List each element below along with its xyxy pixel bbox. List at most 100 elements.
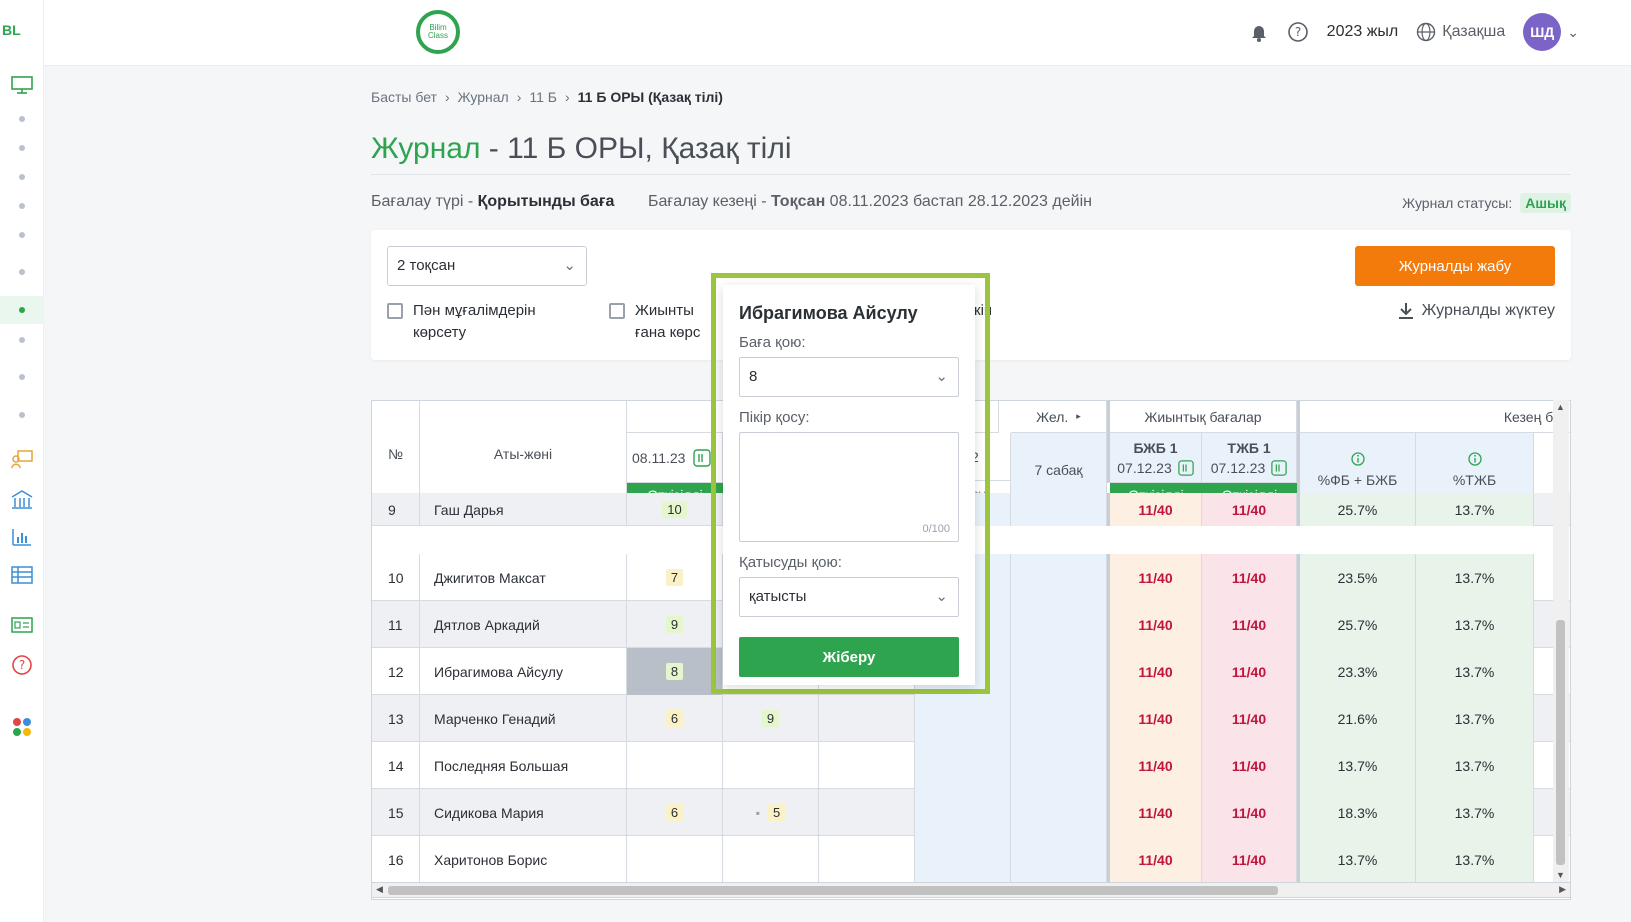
info-circle-icon[interactable] xyxy=(1467,451,1482,466)
cell-grade-1[interactable]: 8 xyxy=(627,648,723,695)
cell-grade-3[interactable] xyxy=(819,742,915,789)
cell-grade-1[interactable]: 10 xyxy=(627,493,723,526)
cell-student-name[interactable]: Марченко Генадий xyxy=(420,695,627,742)
cell-bjb-text: 11/40 xyxy=(1138,710,1173,727)
checkbox-box[interactable] xyxy=(609,303,625,319)
sidebar-item-dot[interactable] xyxy=(0,335,44,345)
cell-grade-2[interactable] xyxy=(723,836,819,883)
grade-mark[interactable]: 9 xyxy=(761,710,780,727)
cell-grade-2[interactable]: ▪ 5 xyxy=(723,789,819,836)
cell-grade-3[interactable] xyxy=(819,836,915,883)
language-selector[interactable]: Қазақша xyxy=(1416,22,1505,42)
cell-grade-2[interactable]: 9 xyxy=(723,695,819,742)
cell-grade-1[interactable]: 6 xyxy=(627,695,723,742)
show-teachers-checkbox[interactable]: Пән мұғалімдерін көрсету xyxy=(387,300,536,344)
sidebar-logo[interactable]: BL xyxy=(2,22,21,38)
sidebar-item-chart[interactable] xyxy=(0,524,44,550)
cell-student-name[interactable]: Ибрагимова Айсулу xyxy=(420,648,627,695)
cell-grade-4[interactable] xyxy=(915,789,1011,836)
grade-mark[interactable]: 5 xyxy=(768,804,786,821)
sidebar-item-active[interactable] xyxy=(0,296,44,324)
col-header-wel[interactable]: Жел. ▸ xyxy=(1011,401,1107,433)
vertical-scroll-thumb[interactable] xyxy=(1556,620,1565,865)
sidebar-item-school[interactable] xyxy=(0,486,44,512)
cell-student-name[interactable]: Харитонов Борис xyxy=(420,836,627,883)
grade-mark[interactable]: 10 xyxy=(662,501,687,518)
breadcrumb-journal[interactable]: Журнал xyxy=(458,89,509,105)
horizontal-scroll-thumb[interactable] xyxy=(388,886,1278,895)
breadcrumb-class[interactable]: 11 Б xyxy=(529,89,557,105)
status-badge: Ашық xyxy=(1520,193,1571,213)
sidebar-item-dot[interactable] xyxy=(0,230,44,240)
checkbox-box[interactable] xyxy=(387,303,403,319)
grade-mark[interactable]: 8 xyxy=(665,663,684,680)
cell-bjb: 11/40 xyxy=(1107,789,1202,836)
close-journal-button[interactable]: Журналды жабу xyxy=(1355,246,1555,286)
cell-grade-1[interactable]: 6 xyxy=(627,789,723,836)
sidebar-item-help[interactable]: ? xyxy=(0,652,44,678)
cell-grade-1[interactable]: 9 xyxy=(627,601,723,648)
cell-student-name[interactable]: Джигитов Максат xyxy=(420,554,627,601)
lesson-info-icon[interactable] xyxy=(693,448,712,467)
comment-icon[interactable]: ▪ xyxy=(756,806,760,820)
sidebar-item-teacher[interactable] xyxy=(0,446,44,472)
sidebar-item-dot[interactable] xyxy=(0,410,44,420)
info-icon[interactable] xyxy=(1271,459,1287,476)
cell-grade-3[interactable] xyxy=(819,695,915,742)
attendance-select[interactable]: қатысты ⌄ xyxy=(739,577,959,617)
year-selector[interactable]: 2023 жыл xyxy=(1327,23,1399,41)
cell-grade-2[interactable] xyxy=(723,742,819,789)
sidebar-item-table[interactable] xyxy=(0,562,44,588)
grade-mark[interactable]: 6 xyxy=(665,710,684,727)
cell-student-name[interactable]: Последняя Большая xyxy=(420,742,627,789)
cell-grade-4[interactable] xyxy=(915,836,1011,883)
col-header-date[interactable]: 08.11.23 xyxy=(627,433,723,483)
help-icon[interactable]: ? xyxy=(1287,21,1309,43)
grade-mark[interactable]: 9 xyxy=(665,616,684,633)
grade-select[interactable]: 8 ⌄ xyxy=(739,357,959,397)
vertical-scrollbar[interactable]: ▲ ▼ xyxy=(1553,400,1569,882)
horizontal-scrollbar[interactable]: ◀ ▶ xyxy=(371,882,1571,898)
sidebar-item-apps[interactable] xyxy=(0,714,44,740)
cell-tjb-pct: 13.7% xyxy=(1416,836,1534,883)
totals-only-checkbox[interactable]: Жиынты ғана көрс xyxy=(609,300,700,344)
info-icon[interactable] xyxy=(1178,459,1194,476)
sidebar-item-dot[interactable] xyxy=(0,372,44,382)
quarter-select[interactable]: 2 тоқсан ⌄ xyxy=(387,246,587,286)
grade-mark[interactable]: 6 xyxy=(665,804,684,821)
scroll-down-icon[interactable]: ▼ xyxy=(1556,870,1565,880)
sidebar-item-dot[interactable] xyxy=(0,172,44,182)
submit-button[interactable]: Жіберу xyxy=(739,637,959,677)
col-header-tjb[interactable]: ТЖБ 1 07.12.23 xyxy=(1202,433,1297,483)
brand-logo[interactable]: Bilim Class xyxy=(416,10,460,54)
bell-icon[interactable] xyxy=(1249,22,1269,42)
sidebar-item-dot[interactable] xyxy=(0,114,44,124)
info-circle-icon[interactable] xyxy=(1350,451,1365,466)
cell-grade-1[interactable] xyxy=(627,742,723,789)
cell-student-name[interactable]: Гаш Дарья xyxy=(420,493,627,526)
cell-student-name[interactable]: Сидикова Мария xyxy=(420,789,627,836)
col-header-bjb[interactable]: БЖБ 1 07.12.23 xyxy=(1107,433,1202,483)
sidebar-item-id-card[interactable] xyxy=(0,612,44,638)
cell-grade-4[interactable] xyxy=(915,742,1011,789)
cell-student-name[interactable]: Дятлов Аркадий xyxy=(420,601,627,648)
breadcrumb-home[interactable]: Басты бет xyxy=(371,89,437,105)
scroll-left-icon[interactable]: ◀ xyxy=(376,884,383,895)
sidebar-item-dot[interactable] xyxy=(0,201,44,211)
sidebar-item-dot[interactable] xyxy=(0,267,44,277)
cell-grade-1[interactable] xyxy=(627,836,723,883)
cell-grade-3[interactable] xyxy=(819,789,915,836)
grade-mark[interactable]: 7 xyxy=(665,569,684,586)
download-journal-link[interactable]: Журналды жүктеу xyxy=(1398,302,1555,320)
sidebar: BL › ? xyxy=(0,0,70,922)
cell-fb-bjb-pct: 13.7% xyxy=(1297,742,1416,789)
comment-textarea[interactable]: 0/100 xyxy=(739,432,959,542)
user-menu[interactable]: ШД ⌄ xyxy=(1523,13,1579,51)
col-header-name[interactable]: Аты-жөні xyxy=(420,401,627,507)
cell-grade-4[interactable] xyxy=(915,695,1011,742)
scroll-up-icon[interactable]: ▲ xyxy=(1556,402,1565,412)
sidebar-item-dot[interactable] xyxy=(0,143,44,153)
sidebar-item-monitor[interactable] xyxy=(0,70,44,100)
scroll-right-icon[interactable]: ▶ xyxy=(1559,884,1566,895)
cell-grade-1[interactable]: 7 xyxy=(627,554,723,601)
